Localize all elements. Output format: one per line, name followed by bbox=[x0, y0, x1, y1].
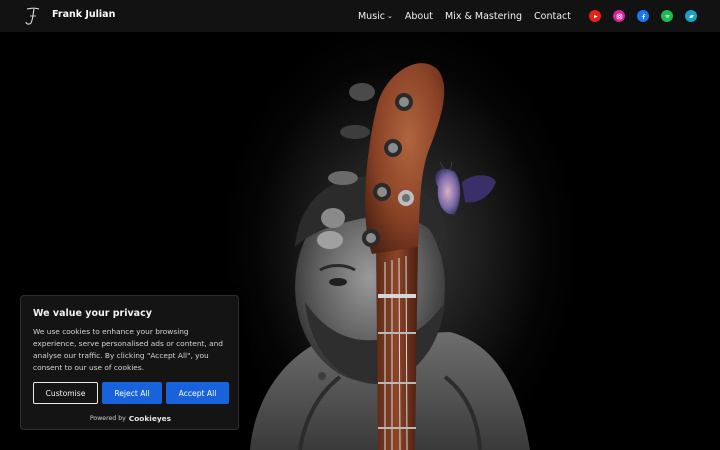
cookie-description: We use cookies to enhance your browsing … bbox=[33, 327, 224, 372]
spotify-icon bbox=[664, 14, 670, 18]
instagram-icon bbox=[616, 13, 622, 19]
nav-mix-mastering-label: Mix & Mastering bbox=[444, 10, 523, 22]
logo-icon[interactable] bbox=[23, 6, 41, 26]
site-title[interactable]: Frank Julian bbox=[52, 9, 115, 20]
cookie-title: We value your privacy bbox=[33, 308, 152, 319]
powered-by: Powered by Cookieyes bbox=[21, 414, 240, 423]
nav-contact[interactable]: Contact bbox=[534, 11, 571, 22]
social-links bbox=[589, 10, 697, 22]
nav-music[interactable]: Music ⌄ bbox=[358, 11, 393, 22]
site-header: Frank Julian Music ⌄ About Mix & Masteri… bbox=[0, 0, 720, 32]
nav-contact-label: Contact bbox=[534, 10, 571, 22]
bandcamp-icon bbox=[688, 14, 694, 18]
instagram-link[interactable] bbox=[613, 10, 625, 22]
nav-mix-mastering[interactable]: Mix & Mastering bbox=[445, 11, 522, 22]
facebook-icon bbox=[641, 13, 645, 19]
customise-button[interactable]: Customise bbox=[33, 382, 98, 404]
butterfly bbox=[435, 161, 496, 215]
spotify-link[interactable] bbox=[661, 10, 673, 22]
cookieyes-logo[interactable]: Cookieyes bbox=[129, 414, 171, 423]
nav-about[interactable]: About bbox=[405, 11, 433, 22]
powered-by-label: Powered by bbox=[89, 415, 126, 422]
accept-all-button[interactable]: Accept All bbox=[166, 382, 229, 404]
nav-about-label: About bbox=[404, 10, 433, 22]
youtube-icon bbox=[593, 14, 598, 18]
bandcamp-link[interactable] bbox=[685, 10, 697, 22]
nav-music-label: Music bbox=[357, 10, 386, 22]
bass-neck bbox=[376, 242, 418, 450]
chevron-down-icon: ⌄ bbox=[387, 12, 393, 20]
youtube-link[interactable] bbox=[589, 10, 601, 22]
facebook-link[interactable] bbox=[637, 10, 649, 22]
cookie-consent-banner: We value your privacy We use cookies to … bbox=[20, 295, 239, 430]
reject-all-button[interactable]: Reject All bbox=[102, 382, 162, 404]
main-nav: Music ⌄ About Mix & Mastering Contact bbox=[358, 0, 720, 32]
